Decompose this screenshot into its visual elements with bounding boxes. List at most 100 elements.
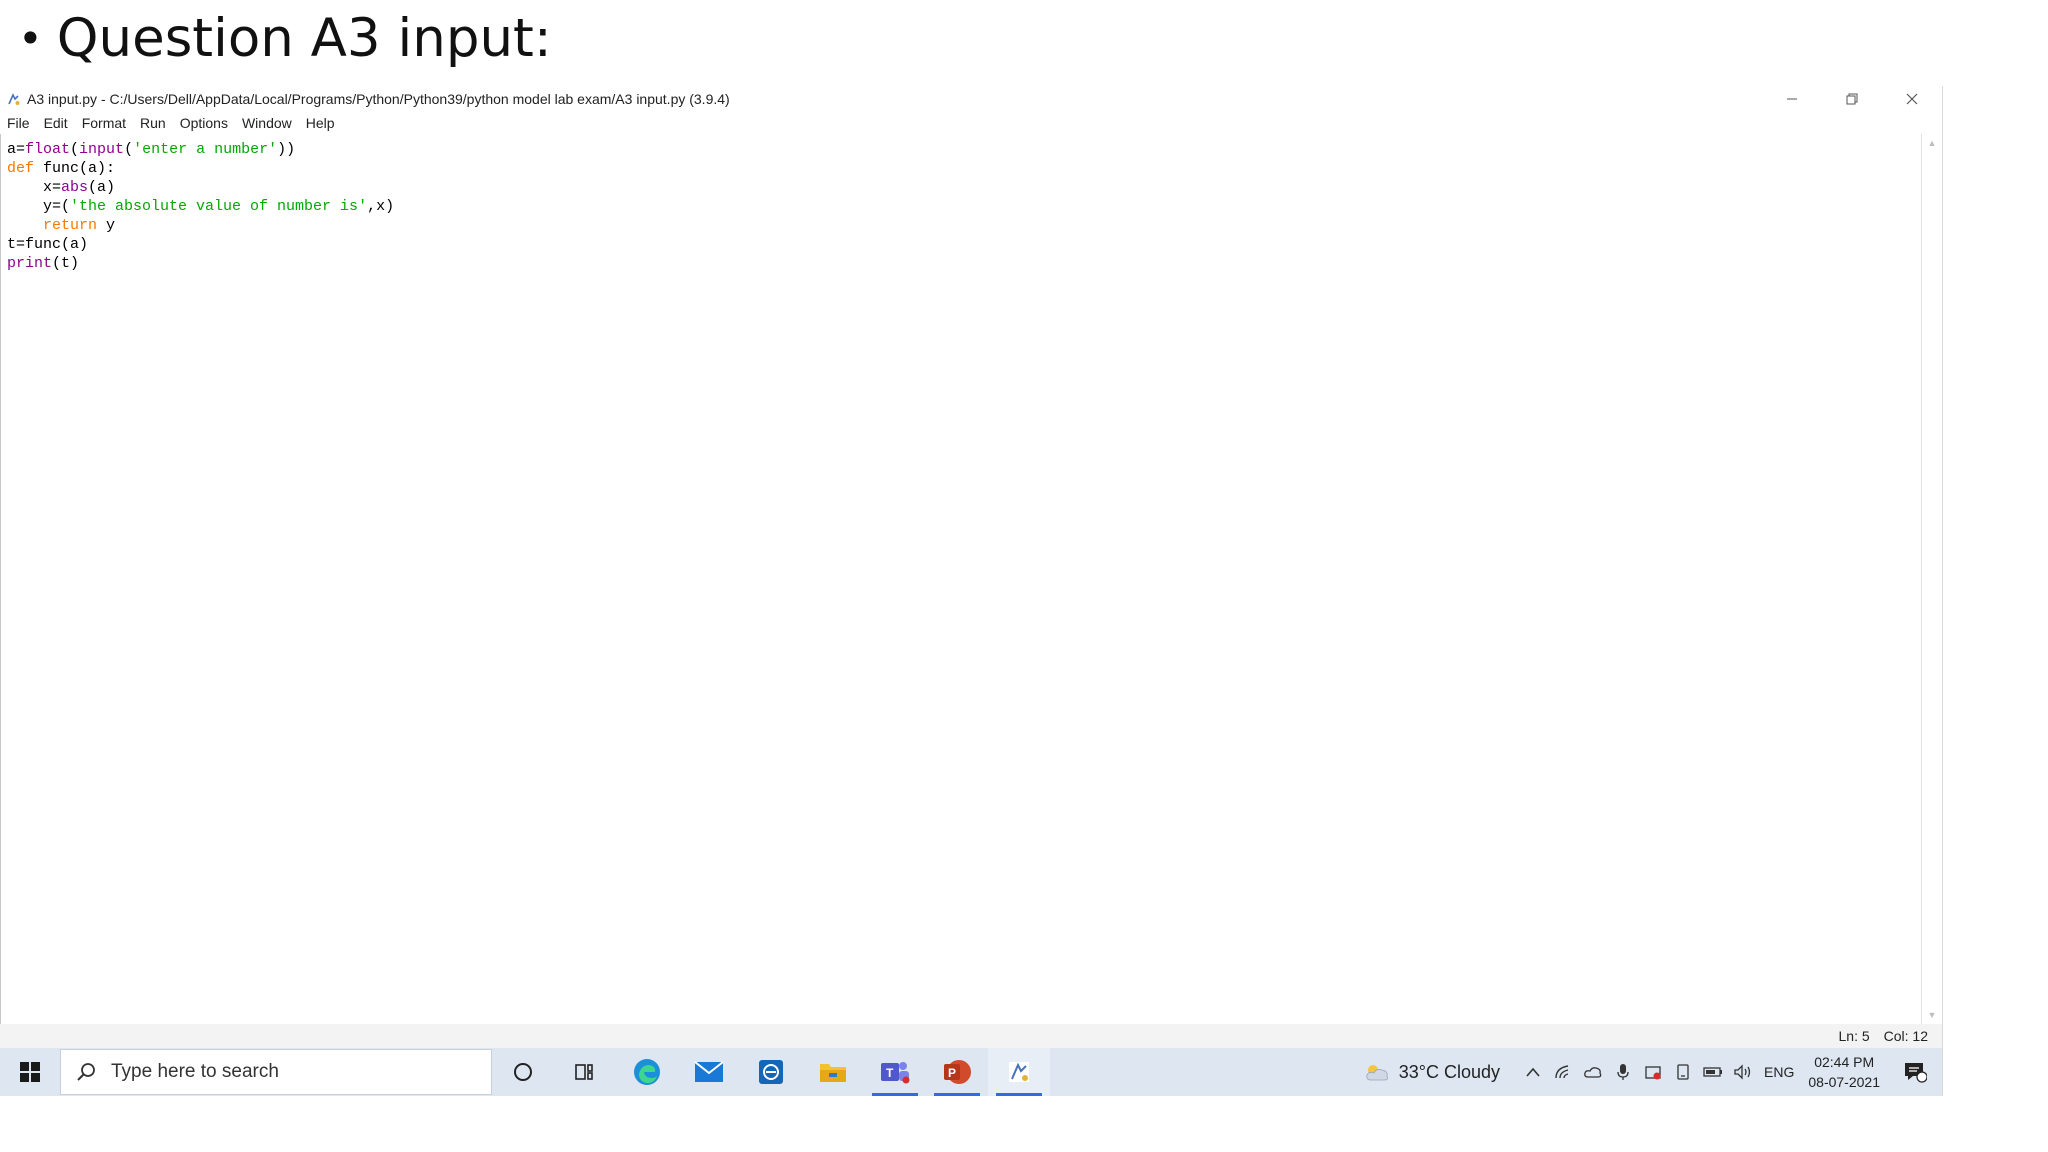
code-editor[interactable]: a=float(input('enter a number')) def fun… <box>0 134 1924 1025</box>
taskbar-clock[interactable]: 02:44 PM 08-07-2021 <box>1808 1052 1880 1092</box>
tray-device[interactable] <box>1668 1048 1698 1096</box>
code-token: y <box>97 217 116 234</box>
menu-edit[interactable]: Edit <box>37 115 75 131</box>
windows-logo-icon <box>20 1062 40 1082</box>
restore-icon <box>1846 93 1858 105</box>
close-button[interactable] <box>1882 86 1942 112</box>
code-token: ( <box>124 141 134 158</box>
tray-battery[interactable] <box>1698 1048 1728 1096</box>
svg-text:P: P <box>948 1066 956 1080</box>
menu-bar: File Edit Format Run Options Window Help <box>0 112 1942 135</box>
code-line-3: x=abs(a) <box>7 178 394 197</box>
status-bar: Ln: 5 Col: 12 <box>0 1024 1942 1048</box>
restore-button[interactable] <box>1822 86 1882 112</box>
show-hidden-icons-button[interactable] <box>1518 1048 1548 1096</box>
code-line-2: def func(a): <box>7 159 394 178</box>
task-view-button[interactable] <box>554 1048 616 1096</box>
code-token: y=( <box>7 198 71 215</box>
code-token: )) <box>277 141 296 158</box>
weather-widget[interactable]: 33°C Cloudy <box>1363 1062 1500 1083</box>
menu-options[interactable]: Options <box>173 115 235 131</box>
code-token: 'enter a number' <box>133 141 278 158</box>
slide-title: Question A3 input: <box>56 7 552 69</box>
code-token: x= <box>7 179 62 196</box>
idle-window-screenshot: A3 input.py - C:/Users/Dell/AppData/Loca… <box>0 86 1943 1096</box>
bullet: • <box>18 13 43 63</box>
language-indicator[interactable]: ENG <box>1764 1064 1794 1080</box>
folder-icon <box>820 1064 846 1082</box>
system-tray: 33°C Cloudy ENG 02:44 PM 08-07-2021 <box>1363 1048 1942 1096</box>
weather-text: 33°C Cloudy <box>1398 1061 1501 1082</box>
windows-taskbar: T P 33°C Cloudy <box>0 1048 1942 1096</box>
slide-heading: • Question A3 input: <box>18 6 552 70</box>
edge-app[interactable] <box>616 1048 678 1096</box>
code-token: (t) <box>52 255 80 272</box>
window-titlebar[interactable]: A3 input.py - C:/Users/Dell/AppData/Loca… <box>0 86 1942 112</box>
close-icon <box>1906 93 1918 105</box>
tray-volume[interactable] <box>1728 1048 1758 1096</box>
scroll-down-arrow[interactable]: ▼ <box>1922 1006 1942 1024</box>
code-token: ,x) <box>367 198 395 215</box>
menu-format[interactable]: Format <box>75 115 133 131</box>
microphone-icon <box>1617 1064 1629 1080</box>
device-icon <box>1677 1064 1689 1080</box>
code-text: a=float(input('enter a number')) def fun… <box>7 140 394 273</box>
menu-window[interactable]: Window <box>235 115 299 131</box>
tray-microphone[interactable] <box>1608 1048 1638 1096</box>
code-token: float <box>25 141 71 158</box>
code-line-7: print(t) <box>7 254 394 273</box>
code-token: input <box>79 141 125 158</box>
battery-icon <box>1703 1067 1723 1077</box>
code-line-4: y=('the absolute value of number is',x) <box>7 197 394 216</box>
start-button[interactable] <box>0 1048 60 1096</box>
teams-icon: T <box>881 1062 910 1084</box>
file-explorer-app[interactable] <box>802 1048 864 1096</box>
menu-file[interactable]: File <box>0 115 37 131</box>
tray-security[interactable] <box>1638 1048 1668 1096</box>
code-token: print <box>7 255 53 272</box>
vertical-scrollbar[interactable]: ▲ ▼ <box>1921 134 1942 1024</box>
python-icon <box>1009 1062 1029 1082</box>
task-view-icon <box>575 1064 593 1080</box>
svg-text:T: T <box>886 1066 894 1080</box>
clock-time: 02:44 PM <box>1814 1054 1875 1070</box>
store-app[interactable] <box>740 1048 802 1096</box>
menu-help[interactable]: Help <box>299 115 342 131</box>
python-idle-icon <box>6 92 21 107</box>
line-number: Ln: 5 <box>1838 1028 1870 1044</box>
teams-app[interactable]: T <box>864 1048 926 1096</box>
search-input[interactable] <box>109 1060 453 1084</box>
mail-app[interactable] <box>678 1048 740 1096</box>
menu-run[interactable]: Run <box>133 115 173 131</box>
scroll-up-arrow[interactable]: ▲ <box>1922 134 1942 152</box>
tray-wifi[interactable] <box>1548 1048 1578 1096</box>
column-number: Col: 12 <box>1883 1028 1928 1044</box>
code-token: func(a): <box>34 160 116 177</box>
code-token: abs <box>61 179 89 196</box>
powerpoint-icon: P <box>944 1060 971 1084</box>
code-line-5: return y <box>7 216 394 235</box>
volume-icon <box>1734 1064 1751 1080</box>
mail-icon <box>694 1061 724 1082</box>
python-idle-app[interactable] <box>988 1048 1050 1096</box>
minimize-button[interactable] <box>1762 86 1822 112</box>
security-icon <box>1645 1066 1661 1080</box>
code-line-1: a=float(input('enter a number')) <box>7 140 394 159</box>
taskbar-search[interactable] <box>60 1049 492 1095</box>
tray-onedrive[interactable] <box>1578 1048 1608 1096</box>
code-token: 'the absolute value of number is' <box>70 198 368 215</box>
code-token: (a) <box>88 179 116 196</box>
code-line-6: t=func(a) <box>7 235 394 254</box>
code-token: ( <box>70 141 80 158</box>
code-token: def <box>7 160 35 177</box>
chevron-up-icon <box>1526 1067 1540 1077</box>
notifications-button[interactable] <box>1894 1048 1936 1096</box>
network-icon <box>1555 1065 1569 1079</box>
cloud-icon <box>1584 1067 1602 1078</box>
powerpoint-app[interactable]: P <box>926 1048 988 1096</box>
code-token: return <box>43 217 98 234</box>
cloudy-weather-icon <box>1366 1065 1388 1081</box>
search-icon <box>75 1061 97 1083</box>
cortana-button[interactable] <box>492 1048 554 1096</box>
